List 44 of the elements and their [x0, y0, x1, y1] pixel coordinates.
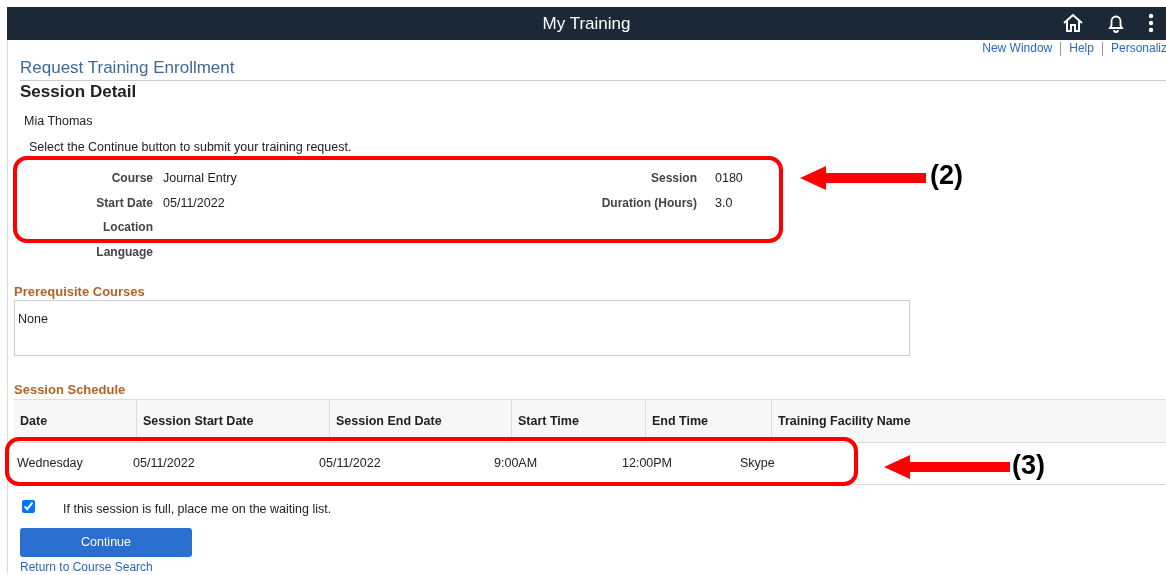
page-title: Request Training Enrollment	[20, 58, 235, 77]
arrow-icon	[800, 166, 926, 190]
field-label: Language	[95, 243, 153, 260]
field-label: Start Date	[95, 194, 153, 211]
section-heading: Prerequisite Courses	[14, 283, 145, 299]
column-header: Session End Date	[330, 399, 512, 442]
section-title: Session Detail	[20, 82, 137, 101]
return-link[interactable]: Return to Course Search	[20, 560, 153, 574]
waitlist-label: If this session is full, place me on the waiting list.	[63, 501, 332, 516]
header-link[interactable]: Personaliz	[1101, 42, 1166, 56]
table-cell: 9:00AM	[494, 456, 538, 470]
column-header: Date	[14, 399, 137, 442]
header-link[interactable]: Help	[1060, 42, 1102, 56]
field-label: Location	[102, 219, 153, 235]
header-link[interactable]: New Window	[974, 42, 1061, 56]
field-value: 3.0	[715, 194, 734, 211]
instruction-text: Select the Continue button to submit your training request.	[29, 140, 352, 154]
callout-label: (2)	[930, 160, 963, 191]
callout-label: (3)	[1012, 450, 1045, 481]
column-header: Training Facility Name	[772, 399, 1166, 442]
table-cell: 12:00PM	[622, 456, 673, 470]
arrow-icon	[884, 455, 1010, 479]
column-header: Start Time	[512, 399, 646, 442]
more-icon[interactable]	[1148, 13, 1154, 33]
column-header: End Time	[646, 399, 772, 442]
prerequisites-box: None	[14, 299, 910, 356]
table-cell: Wednesday	[17, 456, 83, 470]
waitlist-checkbox[interactable]	[22, 499, 35, 513]
table-cell: 05/11/2022	[133, 456, 195, 470]
home-icon[interactable]	[1062, 13, 1084, 33]
column-header: Session Start Date	[137, 399, 330, 442]
header-title: My Training	[542, 13, 631, 34]
section-heading: Session Schedule	[14, 381, 126, 397]
field-label: Duration (Hours)	[600, 194, 697, 211]
table-cell: 05/11/2022	[319, 456, 381, 470]
field-label: Course	[110, 170, 153, 186]
field-label: Session	[649, 170, 697, 186]
field-value: 0180	[715, 170, 744, 186]
bell-icon[interactable]	[1106, 13, 1126, 33]
field-value: 05/11/2022	[163, 194, 226, 211]
person-name: Mia Thomas	[24, 114, 93, 128]
continue-button[interactable]: Continue	[20, 527, 192, 557]
field-value: Journal Entry	[163, 170, 238, 186]
table-cell: Skype	[740, 456, 775, 470]
